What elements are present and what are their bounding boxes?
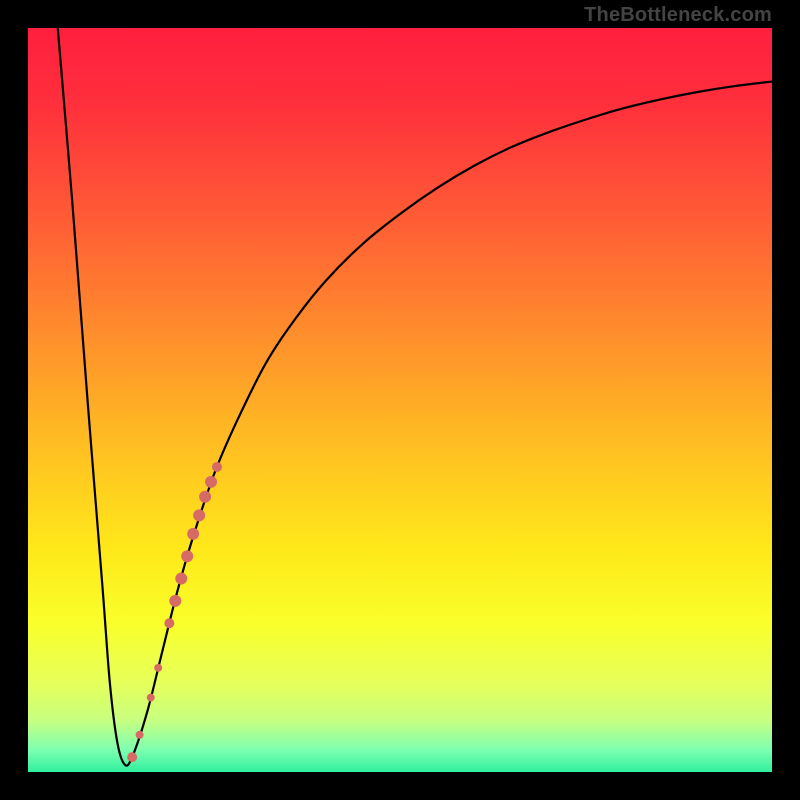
data-marker [187,528,199,540]
plot-area [28,28,772,772]
data-marker [205,476,217,488]
data-marker [147,694,155,702]
chart-frame: TheBottleneck.com [0,0,800,800]
data-marker [127,752,137,762]
data-marker [154,664,162,672]
chart-svg [28,28,772,772]
data-marker [136,731,144,739]
watermark-text: TheBottleneck.com [584,4,772,27]
data-marker [181,550,193,562]
data-marker [175,573,187,585]
data-marker [164,618,174,628]
data-marker [199,491,211,503]
data-marker [193,509,205,521]
data-marker [212,462,222,472]
gradient-background [28,28,772,772]
data-marker [169,595,181,607]
